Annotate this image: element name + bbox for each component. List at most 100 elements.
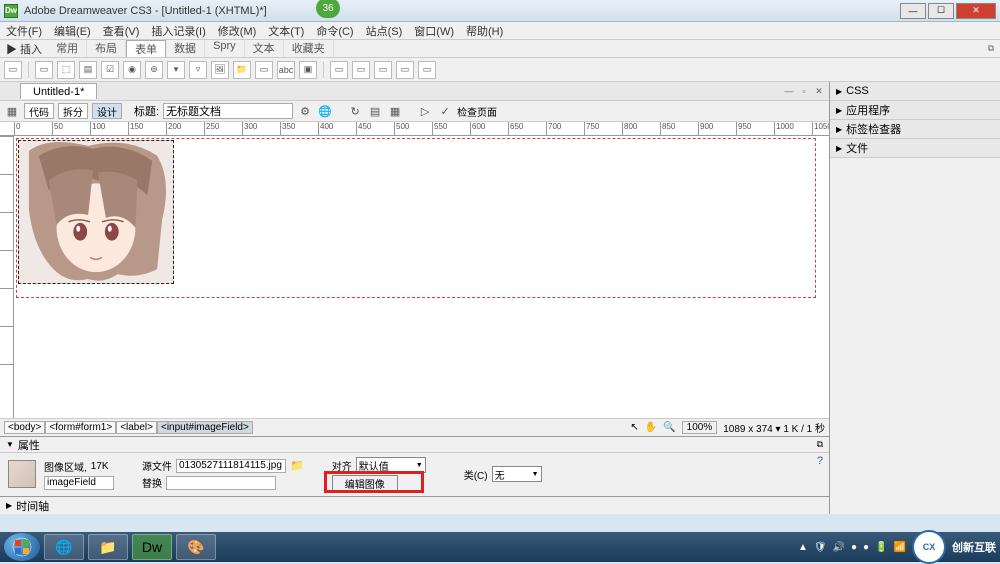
- insert-tab-data[interactable]: 数据: [166, 40, 205, 57]
- task-ie[interactable]: 🌐: [44, 534, 84, 560]
- panel-app[interactable]: ▶应用程序: [830, 101, 1000, 119]
- menu-text[interactable]: 文本(T): [268, 23, 304, 39]
- tray-icon[interactable]: 🔋: [875, 542, 887, 553]
- browser-check-icon[interactable]: ⚙: [297, 103, 313, 119]
- filefield-icon[interactable]: 📁: [233, 61, 251, 79]
- doc-minimize-icon[interactable]: —: [783, 85, 795, 97]
- alt-input[interactable]: [166, 476, 276, 490]
- tray-icon[interactable]: ▲: [798, 542, 808, 553]
- select-icon[interactable]: ▾: [167, 61, 185, 79]
- menu-modify[interactable]: 修改(M): [218, 23, 257, 39]
- menu-site[interactable]: 站点(S): [366, 23, 403, 39]
- jumpmenu-icon[interactable]: ▿: [189, 61, 207, 79]
- zoom-icon[interactable]: 🔍: [663, 422, 675, 433]
- checkbox-icon[interactable]: ☑: [101, 61, 119, 79]
- imagefield-name-input[interactable]: [44, 476, 114, 490]
- document-tab[interactable]: Untitled-1*: [20, 83, 97, 99]
- insert-tab-spry[interactable]: Spry: [205, 40, 245, 57]
- file-mgmt-icon[interactable]: ▤: [367, 103, 383, 119]
- spry4-icon[interactable]: ▭: [396, 61, 414, 79]
- window-size[interactable]: 1089 x 374 ▾ 1 K / 1 秒: [723, 420, 825, 435]
- properties-header[interactable]: ▼ 属性 ⧉: [0, 437, 829, 453]
- panel-menu-icon[interactable]: ⧉: [817, 439, 823, 450]
- tag-form[interactable]: <form#form1>: [45, 421, 116, 434]
- form-icon[interactable]: ▭: [4, 61, 22, 79]
- spry1-icon[interactable]: ▭: [330, 61, 348, 79]
- preview-icon[interactable]: ▦: [387, 103, 403, 119]
- insert-tab-fav[interactable]: 收藏夹: [284, 40, 334, 57]
- menu-view[interactable]: 查看(V): [103, 23, 140, 39]
- globe-icon[interactable]: 🌐: [317, 103, 333, 119]
- spry2-icon[interactable]: ▭: [352, 61, 370, 79]
- visual-aids-icon[interactable]: ▷: [417, 103, 433, 119]
- help-icon[interactable]: ?: [817, 455, 823, 467]
- task-explorer[interactable]: 📁: [88, 534, 128, 560]
- refresh-icon[interactable]: ↻: [347, 103, 363, 119]
- menu-insert[interactable]: 插入记录(I): [151, 23, 205, 39]
- tray-icon[interactable]: 📶: [894, 542, 906, 553]
- radio-icon[interactable]: ◉: [123, 61, 141, 79]
- insert-tab-layout[interactable]: 布局: [87, 40, 126, 57]
- page-title-input[interactable]: [163, 103, 293, 119]
- tag-label[interactable]: <label>: [116, 421, 157, 434]
- button-icon[interactable]: ▭: [255, 61, 273, 79]
- tray-icon[interactable]: ●: [851, 542, 857, 553]
- tray-icon[interactable]: 🔊: [833, 542, 845, 553]
- separator: [323, 62, 324, 78]
- insert-tab-forms[interactable]: 表单: [126, 40, 166, 57]
- code-view-button[interactable]: 代码: [24, 103, 54, 119]
- spry3-icon[interactable]: ▭: [374, 61, 392, 79]
- ruler-tick: 1000: [774, 122, 794, 136]
- tag-body[interactable]: <body>: [4, 421, 45, 434]
- zoom-value[interactable]: 100%: [682, 421, 718, 434]
- tray-icon[interactable]: 🛡: [814, 542, 827, 553]
- panel-tag-inspector[interactable]: ▶标签检查器: [830, 120, 1000, 138]
- hidden-icon[interactable]: ⬚: [57, 61, 75, 79]
- folder-icon[interactable]: 📁: [290, 459, 304, 472]
- split-view-button[interactable]: 拆分: [58, 103, 88, 119]
- pointer-icon[interactable]: ↖: [630, 422, 638, 433]
- textfield-icon[interactable]: ▭: [35, 61, 53, 79]
- insert-label[interactable]: ▶ 插入: [0, 41, 48, 57]
- spry5-icon[interactable]: ▭: [418, 61, 436, 79]
- task-paint[interactable]: 🎨: [176, 534, 216, 560]
- insert-tab-common[interactable]: 常用: [48, 40, 87, 57]
- menu-edit[interactable]: 编辑(E): [54, 23, 91, 39]
- check-page-label[interactable]: 检查页面: [457, 104, 497, 119]
- panel-css[interactable]: ▶CSS: [830, 82, 1000, 100]
- properties-title: 属性: [18, 437, 40, 453]
- tag-input[interactable]: <input#imageField>: [157, 421, 253, 434]
- menu-commands[interactable]: 命令(C): [316, 23, 353, 39]
- doc-close-icon[interactable]: ✕: [813, 85, 825, 97]
- label-icon[interactable]: abc: [277, 61, 295, 79]
- menu-window[interactable]: 窗口(W): [414, 23, 454, 39]
- timeline-panel[interactable]: ▶ 时间轴: [0, 496, 829, 514]
- imagefield-icon[interactable]: 🖼: [211, 61, 229, 79]
- image-field-selected[interactable]: [18, 140, 174, 284]
- tray-icon[interactable]: ●: [863, 542, 869, 553]
- layout-icon[interactable]: ▦: [4, 103, 20, 119]
- doc-restore-icon[interactable]: ▫: [798, 85, 810, 97]
- design-canvas[interactable]: [14, 136, 829, 418]
- close-button[interactable]: ✕: [956, 3, 996, 19]
- radiogroup-icon[interactable]: ⊚: [145, 61, 163, 79]
- edit-image-button[interactable]: 编辑图像: [332, 475, 398, 491]
- menu-file[interactable]: 文件(F): [6, 23, 42, 39]
- menu-help[interactable]: 帮助(H): [466, 23, 503, 39]
- class-select[interactable]: 无▼: [492, 466, 542, 482]
- fieldset-icon[interactable]: ▣: [299, 61, 317, 79]
- textarea-icon[interactable]: ▤: [79, 61, 97, 79]
- minimize-button[interactable]: —: [900, 3, 926, 19]
- design-view-button[interactable]: 设计: [92, 103, 122, 119]
- ruler-tick: [0, 364, 14, 365]
- align-select[interactable]: 默认值▼: [356, 457, 426, 473]
- hand-icon[interactable]: ✋: [645, 422, 657, 433]
- src-input[interactable]: [176, 459, 286, 473]
- validate-icon[interactable]: ✓: [437, 103, 453, 119]
- insert-expand-icon[interactable]: ⧉: [988, 43, 994, 54]
- maximize-button[interactable]: ☐: [928, 3, 954, 19]
- insert-tab-text[interactable]: 文本: [245, 40, 284, 57]
- panel-files[interactable]: ▶文件: [830, 139, 1000, 157]
- task-dreamweaver[interactable]: Dw: [132, 534, 172, 560]
- start-button[interactable]: [4, 533, 40, 561]
